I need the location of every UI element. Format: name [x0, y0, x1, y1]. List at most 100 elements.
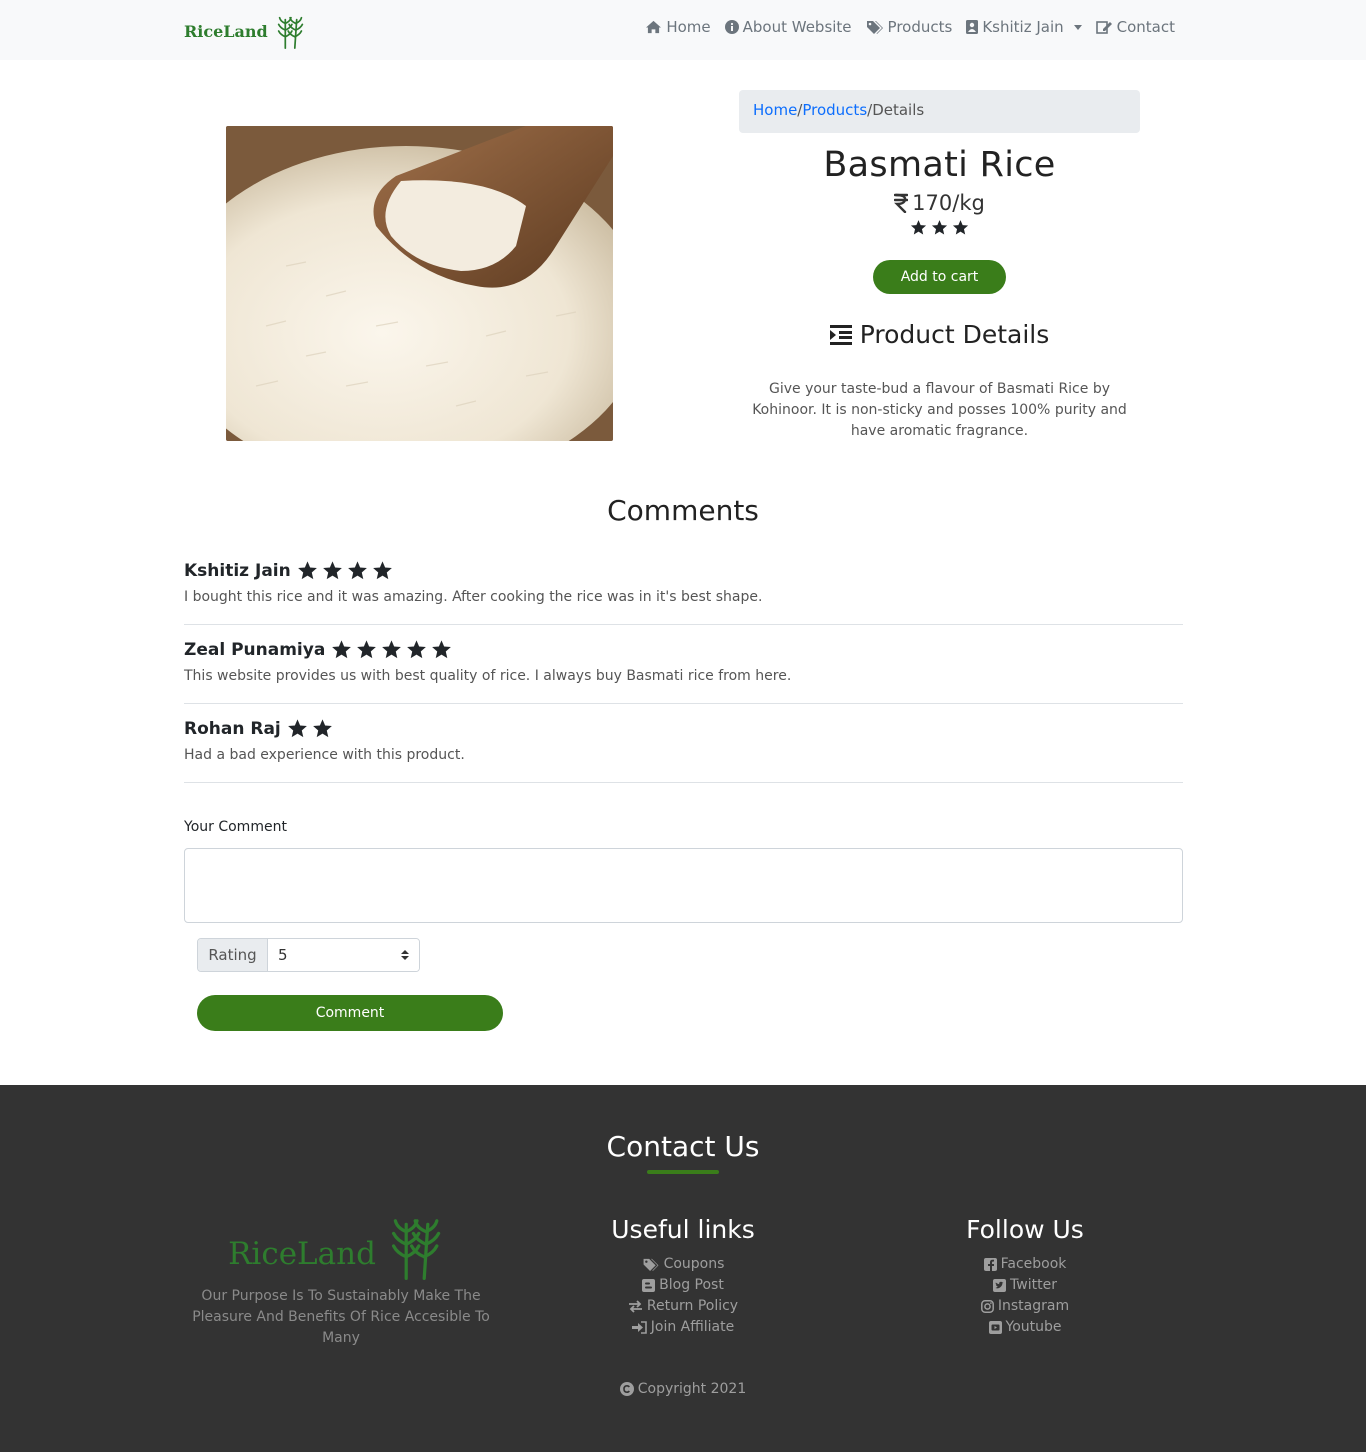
- comment-author: Kshitiz Jain: [184, 560, 291, 581]
- follow-us-title: Follow Us: [966, 1215, 1084, 1244]
- price-value: 170/kg: [912, 191, 985, 215]
- brand-logo[interactable]: RiceLand: [184, 12, 310, 50]
- useful-links: Useful links Coupons Blog Post Return Po…: [573, 1215, 793, 1338]
- twitter-icon: [993, 1279, 1007, 1292]
- star-icon: [347, 561, 367, 580]
- nav-home[interactable]: Home: [645, 18, 711, 36]
- nav-user-dropdown[interactable]: Kshitiz Jain: [966, 18, 1082, 36]
- useful-links-title: Useful links: [611, 1215, 755, 1244]
- product-rating: [739, 219, 1140, 236]
- copyright: Copyright 2021: [0, 1381, 1366, 1397]
- nav-contact[interactable]: Contact: [1095, 18, 1175, 36]
- comment-submit-button[interactable]: Comment: [197, 995, 503, 1031]
- star-icon: [372, 561, 392, 580]
- nav-products[interactable]: Products: [866, 18, 953, 36]
- brand-name: RiceLand: [184, 21, 268, 41]
- comment-item: Rohan Raj Had a bad experience with this…: [184, 718, 1183, 783]
- chevron-down-icon: [1073, 24, 1082, 30]
- star-icon: [432, 640, 452, 659]
- edit-icon: [1095, 21, 1112, 34]
- indent-icon: [829, 324, 852, 345]
- follow-us: Follow Us Facebook Twitter Instagram You…: [915, 1215, 1135, 1338]
- rupee-icon: [894, 193, 909, 213]
- navbar: RiceLand Home About Website Products Ksh…: [0, 0, 1366, 60]
- comment-rating: [297, 560, 393, 581]
- star-icon: [357, 640, 377, 659]
- breadcrumb-products[interactable]: Products: [802, 101, 867, 119]
- blogger-icon: [642, 1279, 656, 1292]
- nav-about[interactable]: About Website: [724, 18, 852, 36]
- user-icon: [966, 20, 979, 34]
- link-coupons[interactable]: Coupons: [573, 1254, 793, 1275]
- star-icon: [407, 640, 427, 659]
- nav-about-label: About Website: [742, 18, 852, 36]
- star-icon: [910, 220, 927, 235]
- link-join-affiliate-label: Join Affiliate: [650, 1319, 735, 1335]
- product-title: Basmati Rice: [823, 145, 1056, 185]
- link-facebook-label: Facebook: [1000, 1256, 1067, 1272]
- rating-input-group: Rating 5: [197, 938, 420, 972]
- link-instagram[interactable]: Instagram: [915, 1296, 1135, 1317]
- contact-underline: [647, 1170, 719, 1174]
- youtube-icon: [988, 1321, 1002, 1334]
- comment-author: Rohan Raj: [184, 718, 281, 739]
- link-return-policy-label: Return Policy: [646, 1298, 739, 1314]
- wheat-icon: [277, 16, 303, 49]
- link-twitter-label: Twitter: [1010, 1277, 1057, 1293]
- star-icon: [931, 220, 948, 235]
- contact-us-title: Contact Us: [606, 1130, 760, 1163]
- link-facebook[interactable]: Facebook: [915, 1254, 1135, 1275]
- comment-textarea[interactable]: [184, 848, 1183, 923]
- select-arrows-icon: [401, 950, 409, 960]
- star-icon: [312, 719, 332, 738]
- star-icon: [322, 561, 342, 580]
- instagram-icon: [980, 1300, 994, 1313]
- product-info: Basmati Rice 170/kg Add to cart Product …: [739, 145, 1140, 442]
- copyright-icon: [619, 1382, 634, 1396]
- link-youtube-label: Youtube: [1005, 1319, 1062, 1335]
- link-join-affiliate[interactable]: Join Affiliate: [573, 1317, 793, 1338]
- home-icon: [646, 20, 662, 34]
- facebook-icon: [983, 1258, 997, 1271]
- comment-text: Had a bad experience with this product.: [184, 747, 465, 763]
- nav-home-label: Home: [666, 18, 711, 36]
- nav-products-label: Products: [887, 18, 953, 36]
- star-icon: [332, 640, 352, 659]
- product-details-label: Product Details: [859, 320, 1050, 349]
- star-icon: [382, 640, 402, 659]
- rating-label: Rating: [198, 939, 268, 971]
- add-to-cart-button[interactable]: Add to cart: [872, 260, 1007, 294]
- footer-purpose: Our Purpose Is To Sustainably Make The P…: [192, 1288, 490, 1346]
- product-description: Give your taste-bud a flavour of Basmati…: [752, 381, 1127, 439]
- comment-text: This website provides us with best quali…: [184, 668, 792, 684]
- nav-contact-label: Contact: [1116, 18, 1175, 36]
- product-price: 170/kg: [739, 191, 1140, 215]
- link-coupons-label: Coupons: [663, 1256, 725, 1272]
- wheat-icon: [391, 1219, 441, 1281]
- tags-icon: [866, 21, 883, 34]
- link-youtube[interactable]: Youtube: [915, 1317, 1135, 1338]
- info-icon: [724, 20, 739, 34]
- link-return-policy[interactable]: Return Policy: [573, 1296, 793, 1317]
- comment-item: Kshitiz Jain I bought this rice and it w…: [184, 560, 1183, 625]
- comment-rating: [331, 639, 452, 660]
- comment-item: Zeal Punamiya This website provides us w…: [184, 639, 1183, 704]
- tags-icon: [643, 1258, 659, 1271]
- star-icon: [287, 719, 307, 738]
- comment-text: I bought this rice and it was amazing. A…: [184, 589, 763, 605]
- rating-select[interactable]: 5: [268, 939, 419, 971]
- comment-author: Zeal Punamiya: [184, 639, 326, 660]
- comment-rating: [287, 718, 333, 739]
- link-instagram-label: Instagram: [997, 1298, 1070, 1314]
- link-twitter[interactable]: Twitter: [915, 1275, 1135, 1296]
- product-details-heading: Product Details: [739, 320, 1140, 349]
- rating-select-value: 5: [278, 946, 288, 964]
- footer: Contact Us RiceLand Our Purpose Is To Su…: [0, 1085, 1366, 1452]
- breadcrumb-home[interactable]: Home: [753, 101, 797, 119]
- footer-brand-name: RiceLand: [228, 1236, 376, 1272]
- breadcrumb-current: Details: [872, 101, 925, 119]
- comments-title: Comments: [607, 494, 759, 527]
- link-blog[interactable]: Blog Post: [573, 1275, 793, 1296]
- product-image: [226, 126, 613, 441]
- star-icon: [952, 220, 969, 235]
